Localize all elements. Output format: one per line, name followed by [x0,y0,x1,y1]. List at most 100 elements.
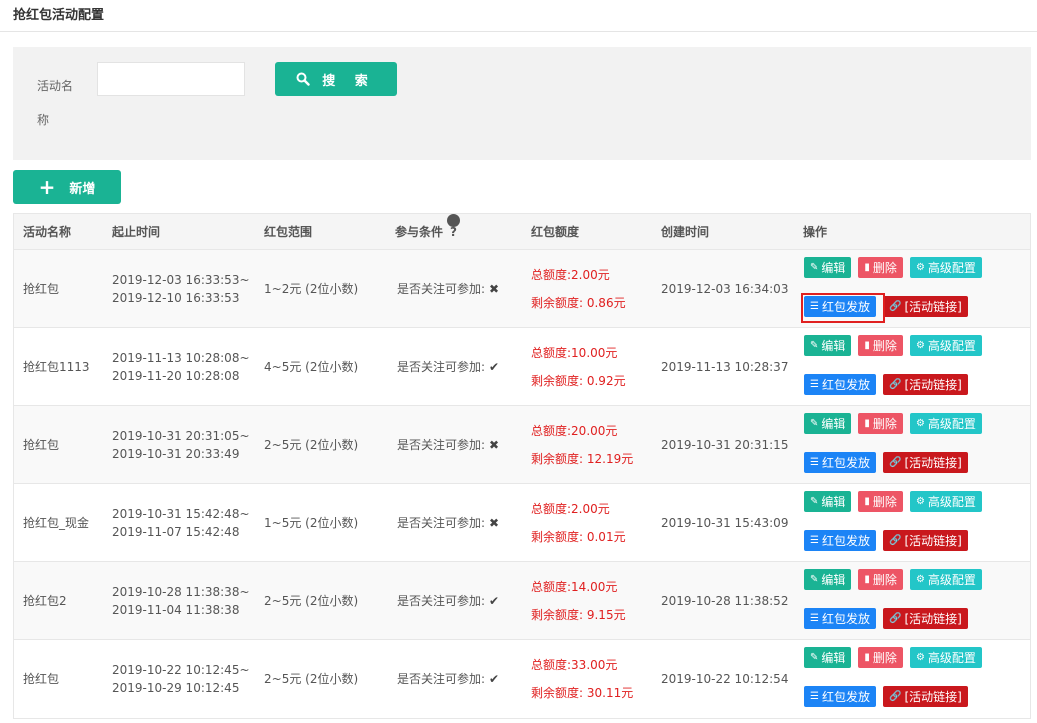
row-actions: ✎ 编辑 ▮ 删除 ⚙ 高级配置 ☰ 红包发放 🔗 [活动链接] [804,647,1024,723]
delete-label: 删除 [872,573,897,587]
activity-period: 2019-10-31 15:42:48~ 2019-11-07 15:42:48 [112,505,250,541]
packet-quota: 总额度:10.00元 剩余额度: 0.92元 [531,339,626,395]
delete-button[interactable]: ▮ 删除 [858,569,903,590]
edit-button[interactable]: ✎ 编辑 [804,335,852,356]
packet-range: 2~5元 (2位小数) [264,672,359,686]
advanced-config-button[interactable]: ⚙ 高级配置 [909,491,982,512]
condition-text: 是否关注可参加: [397,360,486,374]
delete-button[interactable]: ▮ 删除 [858,413,903,434]
activity-period: 2019-12-03 16:33:53~ 2019-12-10 16:33:53 [112,271,250,307]
delete-label: 删除 [872,339,897,353]
edit-button[interactable]: ✎ 编辑 [804,569,852,590]
remaining-quota: 剩余额度: 0.01元 [531,530,626,544]
delete-button[interactable]: ▮ 删除 [858,335,903,356]
activity-name: 抢红包1113 [23,360,90,374]
activity-name-input[interactable] [97,62,245,96]
packet-range: 1~2元 (2位小数) [264,282,359,296]
send-packet-label: 红包发放 [821,690,870,704]
search-label: 活动名称 [37,79,74,127]
gears-icon: ⚙ [915,574,925,585]
activity-link-label: [活动链接] [904,690,962,704]
activity-name: 抢红包2 [23,594,67,608]
start-time: 2019-10-31 15:42:48~ [112,507,250,521]
condition-text: 是否关注可参加: [397,438,486,452]
table-row: 抢红包1113 2019-11-13 10:28:08~ 2019-11-20 10… [14,328,1030,406]
link-icon: 🔗 [888,301,902,312]
edit-label: 编辑 [821,261,846,275]
total-quota: 总额度:10.00元 [531,346,618,360]
activity-link-button[interactable]: 🔗 [活动链接] [882,530,968,551]
edit-button[interactable]: ✎ 编辑 [804,491,852,512]
delete-button[interactable]: ▮ 删除 [858,257,903,278]
advanced-config-label: 高级配置 [927,495,976,509]
delete-button[interactable]: ▮ 删除 [858,491,903,512]
end-time: 2019-11-20 10:28:08 [112,369,240,383]
edit-icon: ✎ [810,496,819,507]
send-packet-button[interactable]: ☰ 红包发放 [804,530,876,551]
activity-period: 2019-10-28 11:38:38~ 2019-11-04 11:38:38 [112,583,250,619]
send-packet-button[interactable]: ☰ 红包发放 [804,452,876,473]
activity-link-button[interactable]: 🔗 [活动链接] [882,452,968,473]
list-icon: ☰ [810,613,819,624]
send-packet-label: 红包发放 [821,612,870,626]
send-packet-button[interactable]: ☰ 红包发放 [804,686,876,707]
header-range: 红包范围 [264,225,313,239]
advanced-config-button[interactable]: ⚙ 高级配置 [909,257,982,278]
edit-label: 编辑 [821,339,846,353]
packet-range: 1~5元 (2位小数) [264,516,359,530]
send-packet-label: 红包发放 [821,378,870,392]
activity-period: 2019-10-31 20:31:05~ 2019-10-31 20:33:49 [112,427,250,463]
activity-link-label: [活动链接] [904,378,962,392]
activity-link-label: [活动链接] [904,612,962,626]
list-icon: ☰ [810,457,819,468]
edit-button[interactable]: ✎ 编辑 [804,647,852,668]
send-button-wrap: ☰ 红包发放 [804,374,876,397]
participation-condition: 是否关注可参加: ✖ [397,250,499,328]
activity-link-button[interactable]: 🔗 [活动链接] [882,686,968,707]
delete-label: 删除 [872,417,897,431]
table-row: 抢红包 2019-10-31 20:31:05~ 2019-10-31 20:33:… [14,406,1030,484]
delete-button[interactable]: ▮ 删除 [858,647,903,668]
advanced-config-button[interactable]: ⚙ 高级配置 [909,413,982,434]
search-button[interactable]: 搜 索 [275,62,397,96]
participation-condition: 是否关注可参加: ✔ [397,328,499,406]
activity-period: 2019-11-13 10:28:08~ 2019-11-20 10:28:08 [112,349,250,385]
row-actions: ✎ 编辑 ▮ 删除 ⚙ 高级配置 ☰ 红包发放 🔗 [活动链接] [801,257,1024,335]
table-header: 活动名称 起止时间 红包范围 参与条件? 红包额度 创建时间 操作 [14,214,1030,250]
table-row: 抢红包2 2019-10-28 11:38:38~ 2019-11-04 11:38… [14,562,1030,640]
header-condition-label: 参与条件 [395,225,444,239]
advanced-config-button[interactable]: ⚙ 高级配置 [909,335,982,356]
activity-link-button[interactable]: 🔗 [活动链接] [882,296,968,317]
advanced-config-label: 高级配置 [927,573,976,587]
send-packet-button[interactable]: ☰ 红包发放 [804,296,876,317]
condition-text: 是否关注可参加: [397,594,486,608]
gears-icon: ⚙ [915,496,925,507]
gears-icon: ⚙ [915,262,925,273]
start-time: 2019-10-22 10:12:45~ [112,663,250,677]
trash-icon: ▮ [864,496,870,507]
send-packet-button[interactable]: ☰ 红包发放 [804,374,876,395]
activity-link-button[interactable]: 🔗 [活动链接] [882,374,968,395]
send-packet-label: 红包发放 [821,534,870,548]
add-button[interactable]: + 新增 [13,170,121,204]
advanced-config-button[interactable]: ⚙ 高级配置 [909,647,982,668]
edit-button[interactable]: ✎ 编辑 [804,413,852,434]
advanced-config-label: 高级配置 [927,339,976,353]
condition-text: 是否关注可参加: [397,516,486,530]
condition-mark-icon: ✖ [489,438,500,452]
help-icon[interactable]: ? [447,214,461,239]
advanced-config-label: 高级配置 [927,261,976,275]
end-time: 2019-11-07 15:42:48 [112,525,240,539]
activity-link-label: [活动链接] [904,300,962,314]
condition-text: 是否关注可参加: [397,282,486,296]
header-time: 起止时间 [112,225,161,239]
send-packet-button[interactable]: ☰ 红包发放 [804,608,876,629]
edit-button[interactable]: ✎ 编辑 [804,257,852,278]
activity-link-button[interactable]: 🔗 [活动链接] [882,608,968,629]
table-row: 抢红包 2019-12-03 16:33:53~ 2019-12-10 16:33:… [14,250,1030,328]
trash-icon: ▮ [864,340,870,351]
link-icon: 🔗 [888,535,902,546]
condition-mark-icon: ✔ [489,360,500,374]
advanced-config-button[interactable]: ⚙ 高级配置 [909,569,982,590]
list-icon: ☰ [810,379,819,390]
